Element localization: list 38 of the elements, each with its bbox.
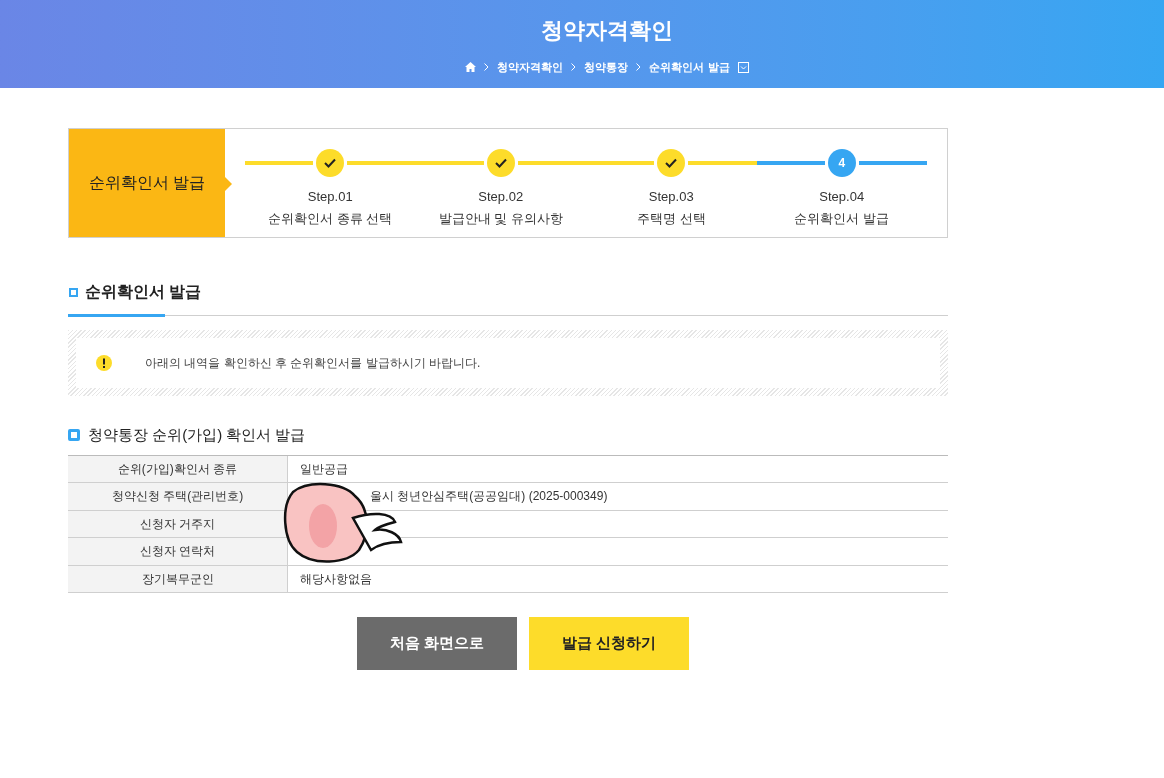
breadcrumb-link[interactable]: 순위확인서 발급: [649, 59, 730, 76]
table-cell-text: 해당사항없음: [299, 570, 372, 588]
home-button[interactable]: 처음 화면으로: [357, 617, 517, 670]
check-icon: [324, 158, 337, 168]
dropdown-icon[interactable]: [737, 61, 749, 73]
step-marker: 4: [827, 149, 856, 177]
chevron-icon: [571, 63, 577, 72]
step-label: Step.03: [648, 188, 694, 206]
step-caption: 발급안내 및 유의사항: [438, 209, 563, 228]
step-label: Step.02: [478, 188, 524, 206]
table-header-cell: 장기복무군인: [68, 565, 288, 592]
chevron-icon: [484, 63, 490, 72]
step-label: Step.04: [819, 188, 865, 206]
warning-icon: [96, 355, 112, 371]
breadcrumb-link[interactable]: 청약자격확인: [497, 59, 564, 76]
table-cell-text: 울시 청년안심주택(공공임대) (2025-000349): [369, 488, 608, 506]
page-title: 청약자격확인: [541, 17, 673, 45]
table-header-cell: 청약신청 주택(관리번호): [68, 483, 288, 510]
table-header-cell: 신청자 거주지: [68, 510, 288, 537]
stepper-title: 순위확인서 발급: [88, 173, 206, 193]
table-header-cell: 순위(가입)확인서 종류: [68, 455, 288, 482]
check-icon: [665, 158, 678, 168]
section-icon: [69, 287, 78, 297]
table-header-cell: 신청자 연락처: [68, 538, 288, 565]
submit-button[interactable]: 발급 신청하기: [529, 617, 689, 670]
section-title: 순위확인서 발급: [85, 282, 202, 302]
step-caption: 순위확인서 종류 선택: [268, 209, 393, 228]
section-icon: [68, 429, 80, 442]
chevron-icon: [636, 63, 642, 72]
notice-text: 아래의 내역을 확인하신 후 순위확인서를 발급하시기 바랍니다.: [145, 355, 481, 372]
table-title: 청약통장 순위(가입) 확인서 발급: [88, 425, 306, 445]
check-icon: [494, 158, 507, 168]
table-cell-text: 일반공급: [299, 460, 348, 478]
home-icon[interactable]: [465, 62, 477, 73]
step-label: Step.01: [307, 188, 353, 206]
step-caption: 순위확인서 발급: [794, 209, 890, 228]
breadcrumb-link[interactable]: 청약통장: [584, 59, 629, 76]
step-caption: 주택명 선택: [636, 209, 706, 228]
